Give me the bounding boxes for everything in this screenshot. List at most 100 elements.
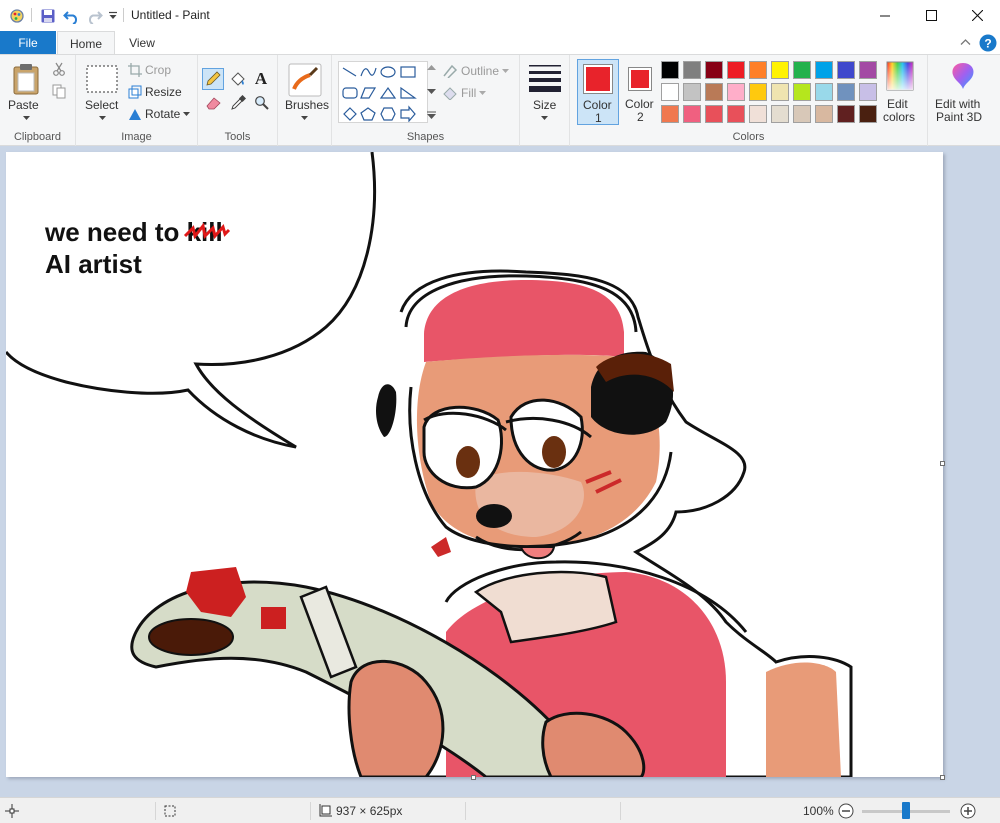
- pencil-tool[interactable]: [202, 68, 224, 90]
- tab-view[interactable]: View: [115, 31, 169, 55]
- speech-line-1: we need to kill: [45, 216, 230, 248]
- drawing-canvas[interactable]: we need to kill AI artist: [6, 152, 943, 777]
- zoom-slider-thumb[interactable]: [902, 802, 910, 819]
- image-group: Select Crop Resize Rotate Image: [76, 55, 198, 146]
- palette-swatch[interactable]: [749, 105, 767, 123]
- palette-swatch[interactable]: [859, 105, 877, 123]
- color1-button[interactable]: Color 1: [577, 59, 619, 125]
- shapes-scroll[interactable]: [427, 61, 437, 123]
- outline-button[interactable]: Outline: [442, 64, 510, 78]
- edit-with-paint3d-button[interactable]: Edit with Paint 3D: [932, 59, 996, 125]
- size-button[interactable]: Size: [524, 61, 566, 123]
- minimize-button[interactable]: [862, 0, 908, 31]
- cut-icon[interactable]: [52, 62, 66, 76]
- help-icon[interactable]: ?: [979, 34, 997, 52]
- customize-quick-access-icon[interactable]: [108, 10, 118, 22]
- size-dropdown-icon: [541, 116, 548, 120]
- close-button[interactable]: [954, 0, 1000, 31]
- resize-button[interactable]: Resize: [128, 85, 182, 99]
- fill-bucket-icon[interactable]: [229, 70, 247, 88]
- palette-swatch[interactable]: [727, 105, 745, 123]
- palette-swatch[interactable]: [793, 105, 811, 123]
- paste-dropdown-icon[interactable]: [23, 116, 30, 121]
- palette-swatch[interactable]: [859, 61, 877, 79]
- undo-icon[interactable]: [63, 8, 80, 24]
- palette-swatch[interactable]: [793, 83, 811, 101]
- tab-home[interactable]: Home: [57, 31, 115, 55]
- right-pupil: [542, 436, 566, 468]
- palette-swatch[interactable]: [837, 105, 855, 123]
- copy-icon[interactable]: [52, 84, 66, 99]
- canvas-workspace: we need to kill AI artist: [0, 146, 1000, 797]
- palette-swatch[interactable]: [661, 105, 679, 123]
- eraser-icon[interactable]: [206, 95, 223, 110]
- resize-handle-bottom[interactable]: [471, 775, 476, 780]
- palette-swatch[interactable]: [683, 83, 701, 101]
- palette-swatch[interactable]: [727, 83, 745, 101]
- outline-icon: [443, 64, 458, 78]
- redo-icon[interactable]: [86, 8, 103, 24]
- paint-app-icon[interactable]: [8, 7, 26, 25]
- palette-swatch[interactable]: [815, 83, 833, 101]
- maximize-icon: [925, 10, 937, 21]
- edit-colors-button[interactable]: Edit colors: [878, 59, 922, 125]
- status-bar: 937 × 625px 100%: [0, 797, 1000, 823]
- shapes-gallery[interactable]: [338, 61, 428, 123]
- color-picker-icon[interactable]: [231, 95, 246, 110]
- resize-handle-corner[interactable]: [940, 775, 945, 780]
- save-icon[interactable]: [40, 8, 56, 24]
- palette-swatch[interactable]: [815, 105, 833, 123]
- select-dropdown-icon[interactable]: [99, 116, 106, 121]
- text-tool-icon[interactable]: A: [253, 69, 269, 87]
- select-rectangle-icon: [86, 65, 118, 93]
- fill-button[interactable]: Fill: [442, 86, 487, 100]
- palette-swatch[interactable]: [727, 61, 745, 79]
- pencil-icon: [206, 71, 221, 86]
- palette-swatch[interactable]: [859, 83, 877, 101]
- palette-swatch[interactable]: [683, 61, 701, 79]
- palette-swatch[interactable]: [793, 61, 811, 79]
- shapes-expand-icon: [427, 111, 436, 119]
- palette-swatch[interactable]: [815, 61, 833, 79]
- maximize-button[interactable]: [908, 0, 954, 31]
- palette-swatch[interactable]: [749, 61, 767, 79]
- bat-end: [148, 618, 234, 656]
- palette-swatch[interactable]: [837, 83, 855, 101]
- fill-label: Fill: [461, 86, 477, 100]
- brushes-button[interactable]: Brushes: [282, 61, 329, 123]
- rotate-dropdown-icon: [183, 111, 191, 116]
- magnifier-icon[interactable]: [254, 95, 269, 110]
- color2-label: Color: [625, 97, 654, 111]
- paint3d-icon: [952, 63, 974, 89]
- palette-swatch[interactable]: [771, 61, 789, 79]
- color-palette: [661, 61, 883, 125]
- image-size-icon: [319, 804, 332, 817]
- color1-number: 1: [595, 111, 602, 125]
- palette-swatch[interactable]: [837, 61, 855, 79]
- select-button[interactable]: Select: [82, 61, 122, 123]
- palette-swatch[interactable]: [771, 105, 789, 123]
- color2-button[interactable]: Color 2: [622, 59, 660, 125]
- paste-button[interactable]: Paste: [6, 61, 46, 123]
- rotate-button[interactable]: Rotate: [128, 107, 191, 121]
- palette-swatch[interactable]: [705, 105, 723, 123]
- svg-text:A: A: [255, 69, 268, 87]
- collapse-ribbon-icon[interactable]: [960, 38, 971, 46]
- svg-text:?: ?: [984, 37, 991, 51]
- palette-swatch[interactable]: [705, 83, 723, 101]
- zoom-in-icon[interactable]: [960, 803, 976, 819]
- tab-file[interactable]: File: [0, 31, 56, 55]
- palette-swatch[interactable]: [705, 61, 723, 79]
- zoom-out-icon[interactable]: [838, 803, 854, 819]
- crop-button[interactable]: Crop: [128, 63, 171, 77]
- palette-swatch[interactable]: [771, 83, 789, 101]
- palette-swatch[interactable]: [661, 61, 679, 79]
- resize-label: Resize: [145, 85, 182, 99]
- red-scribble: [183, 222, 230, 240]
- palette-swatch[interactable]: [661, 83, 679, 101]
- size-label: Size: [533, 98, 557, 112]
- nose: [476, 504, 512, 528]
- resize-handle-right[interactable]: [940, 461, 945, 466]
- palette-swatch[interactable]: [683, 105, 701, 123]
- palette-swatch[interactable]: [749, 83, 767, 101]
